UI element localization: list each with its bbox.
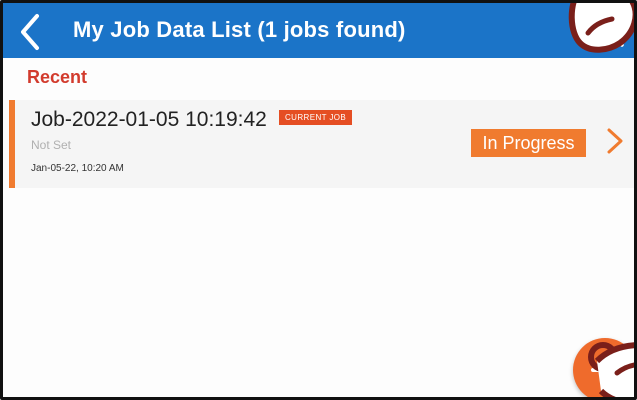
job-card[interactable]: Job-2022-01-05 10:19:42 CURRENT JOB Not … [9,100,634,188]
chevron-right-icon [603,126,627,156]
tap-hand-icon [568,3,634,53]
current-job-badge: CURRENT JOB [279,110,353,125]
app-bar: My Job Data List (1 jobs found) [3,3,634,58]
back-arrow-icon [21,14,39,50]
status-badge: In Progress [471,129,586,157]
page-title: My Job Data List (1 jobs found) [73,17,406,42]
section-header-recent: Recent [27,67,88,87]
job-date: Jan-05-22, 10:20 AM [31,163,124,174]
app-window: My Job Data List (1 jobs found) Recent J… [0,0,637,400]
back-button[interactable] [13,10,53,54]
tap-hand-icon [588,342,634,397]
job-title: Job-2022-01-05 10:19:42 [31,108,267,131]
job-subtitle: Not Set [31,138,72,152]
